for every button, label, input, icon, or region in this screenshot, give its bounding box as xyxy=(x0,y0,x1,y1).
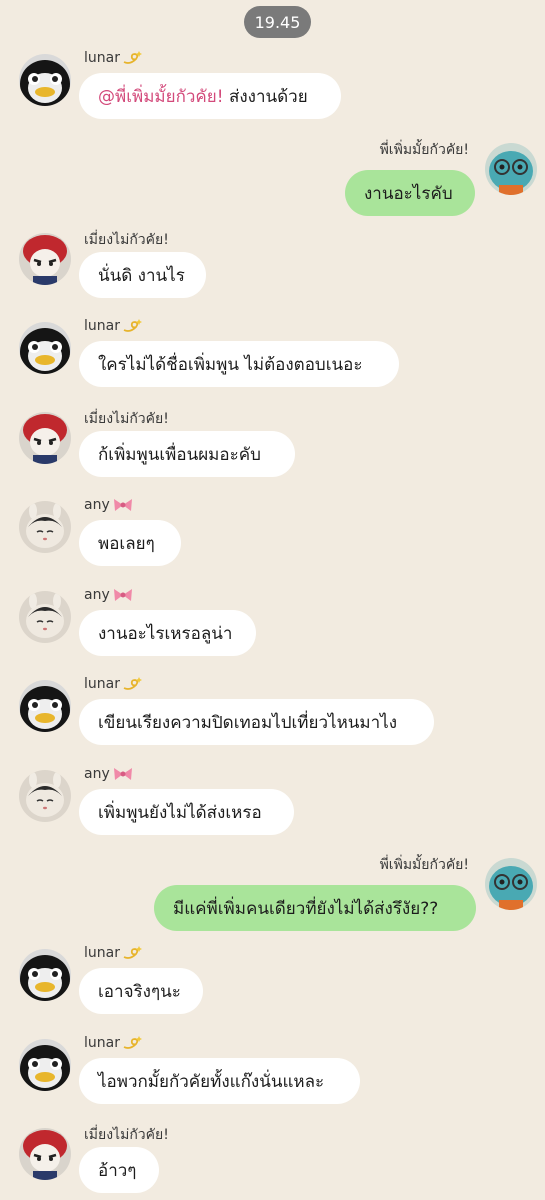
red-hair-avatar[interactable] xyxy=(19,1128,71,1180)
sender-name: เมี่ยงไม่กัวคัย! xyxy=(84,232,169,248)
ribbon-emoji-icon xyxy=(112,766,134,782)
sender-name: lunar xyxy=(84,676,142,692)
plush-doll-avatar[interactable] xyxy=(19,770,71,822)
message-text: มีแค่พี่เพิ่มคนเดียวที่ยังไม่ได้ส่งรึงัย… xyxy=(173,898,439,919)
message-bubble[interactable]: @พี่เพิ่มมั้ยกัวคัย! ส่งงานด้วย xyxy=(79,73,341,119)
message-bubble[interactable]: ใครไม่ได้ชื่อเพิ่มพูน ไม่ต้องตอบเนอะ xyxy=(79,341,399,387)
penguin-avatar[interactable] xyxy=(19,680,71,732)
plush-doll-avatar[interactable] xyxy=(19,591,71,643)
message-text: งานอะไรเหรอลูน่า xyxy=(98,623,233,644)
ribbon-emoji-icon xyxy=(112,497,134,513)
plush-doll-avatar[interactable] xyxy=(19,501,71,553)
red-hair-avatar[interactable] xyxy=(19,233,71,285)
message-text: อ้าวๆ xyxy=(98,1160,137,1181)
message-bubble[interactable]: นั่นดิ งานไร xyxy=(79,252,206,298)
ribbon-emoji-icon xyxy=(112,587,134,603)
penguin-avatar[interactable] xyxy=(19,322,71,374)
message-text: พอเลยๆ xyxy=(98,533,155,554)
message-text: ไอพวกมั้ยกัวคัยทั้งแก๊งนั่นแหละ xyxy=(98,1071,325,1092)
sender-name: any xyxy=(84,766,134,782)
dizzy-emoji-icon xyxy=(122,945,142,961)
message-bubble[interactable]: งานอะไรคับ xyxy=(345,170,475,216)
sender-name: เมี่ยงไม่กัวคัย! xyxy=(84,1127,169,1143)
message-bubble[interactable]: เขียนเรียงความปิดเทอมไปเที่ยวไหนมาไง xyxy=(79,699,434,745)
message-text: เอาจริงๆนะ xyxy=(98,981,181,1002)
message-text: ก้เพิ่มพูนเพื่อนผมอะคับ xyxy=(98,444,261,465)
blue-plush-avatar[interactable] xyxy=(485,858,537,910)
message-bubble[interactable]: มีแค่พี่เพิ่มคนเดียวที่ยังไม่ได้ส่งรึงัย… xyxy=(154,885,476,931)
message-text: งานอะไรคับ xyxy=(364,183,453,204)
sender-name: lunar xyxy=(84,1035,142,1051)
penguin-avatar[interactable] xyxy=(19,949,71,1001)
message-text: เขียนเรียงความปิดเทอมไปเที่ยวไหนมาไง xyxy=(98,712,397,733)
message-text: นั่นดิ งานไร xyxy=(98,265,185,286)
message-bubble[interactable]: เพิ่มพูนยังไม่ได้ส่งเหรอ xyxy=(79,789,294,835)
message-bubble[interactable]: ก้เพิ่มพูนเพื่อนผมอะคับ xyxy=(79,431,295,477)
penguin-avatar[interactable] xyxy=(19,54,71,106)
sender-name: lunar xyxy=(84,945,142,961)
message-bubble[interactable]: เอาจริงๆนะ xyxy=(79,968,203,1014)
message-bubble[interactable]: ไอพวกมั้ยกัวคัยทั้งแก๊งนั่นแหละ xyxy=(79,1058,360,1104)
message-bubble[interactable]: อ้าวๆ xyxy=(79,1147,159,1193)
timestamp-pill: 19.45 xyxy=(244,6,311,38)
sender-name: พี่เพิ่มมั้ยกัวคัย! xyxy=(379,857,469,873)
dizzy-emoji-icon xyxy=(122,676,142,692)
message-bubble[interactable]: พอเลยๆ xyxy=(79,520,181,566)
message-text: ส่งงานด้วย xyxy=(223,86,308,107)
red-hair-avatar[interactable] xyxy=(19,412,71,464)
sender-name: พี่เพิ่มมั้ยกัวคัย! xyxy=(379,142,469,158)
sender-name: any xyxy=(84,497,134,513)
blue-plush-avatar[interactable] xyxy=(485,143,537,195)
sender-name: lunar xyxy=(84,50,142,66)
penguin-avatar[interactable] xyxy=(19,1039,71,1091)
sender-name: lunar xyxy=(84,318,142,334)
dizzy-emoji-icon xyxy=(122,1035,142,1051)
dizzy-emoji-icon xyxy=(122,318,142,334)
message-bubble[interactable]: งานอะไรเหรอลูน่า xyxy=(79,610,256,656)
sender-name: any xyxy=(84,587,134,603)
message-text: ใครไม่ได้ชื่อเพิ่มพูน ไม่ต้องตอบเนอะ xyxy=(98,354,363,375)
dizzy-emoji-icon xyxy=(122,50,142,66)
message-text: เพิ่มพูนยังไม่ได้ส่งเหรอ xyxy=(98,802,262,823)
mention-link[interactable]: @พี่เพิ่มมั้ยกัวคัย! xyxy=(98,83,224,110)
sender-name: เมี่ยงไม่กัวคัย! xyxy=(84,411,169,427)
